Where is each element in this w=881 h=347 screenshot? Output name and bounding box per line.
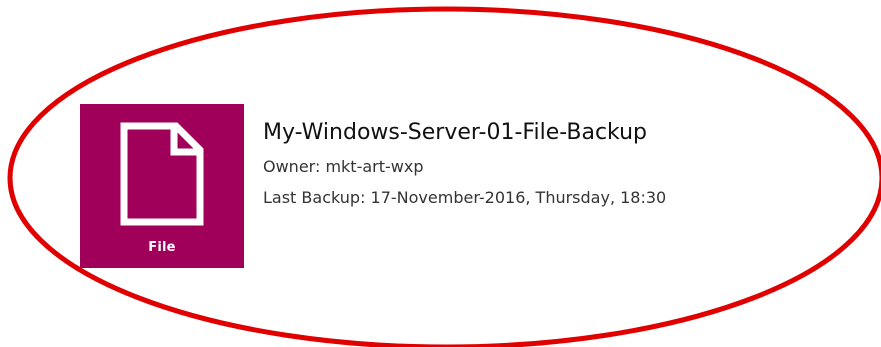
tile-label: File: [148, 240, 176, 255]
backup-last-backup: Last Backup: 17-November-2016, Thursday,…: [263, 188, 667, 207]
backup-name[interactable]: My-Windows-Server-01-File-Backup: [263, 118, 666, 148]
backup-details: My-Windows-Server-01-File-Backup Owner: …: [263, 118, 666, 209]
file-icon: [120, 122, 204, 226]
backup-type-tile[interactable]: File: [80, 104, 244, 268]
backup-owner: Owner: mkt-art-wxp: [263, 157, 424, 176]
backup-item[interactable]: File My-Windows-Server-01-File-Backup Ow…: [80, 104, 820, 268]
